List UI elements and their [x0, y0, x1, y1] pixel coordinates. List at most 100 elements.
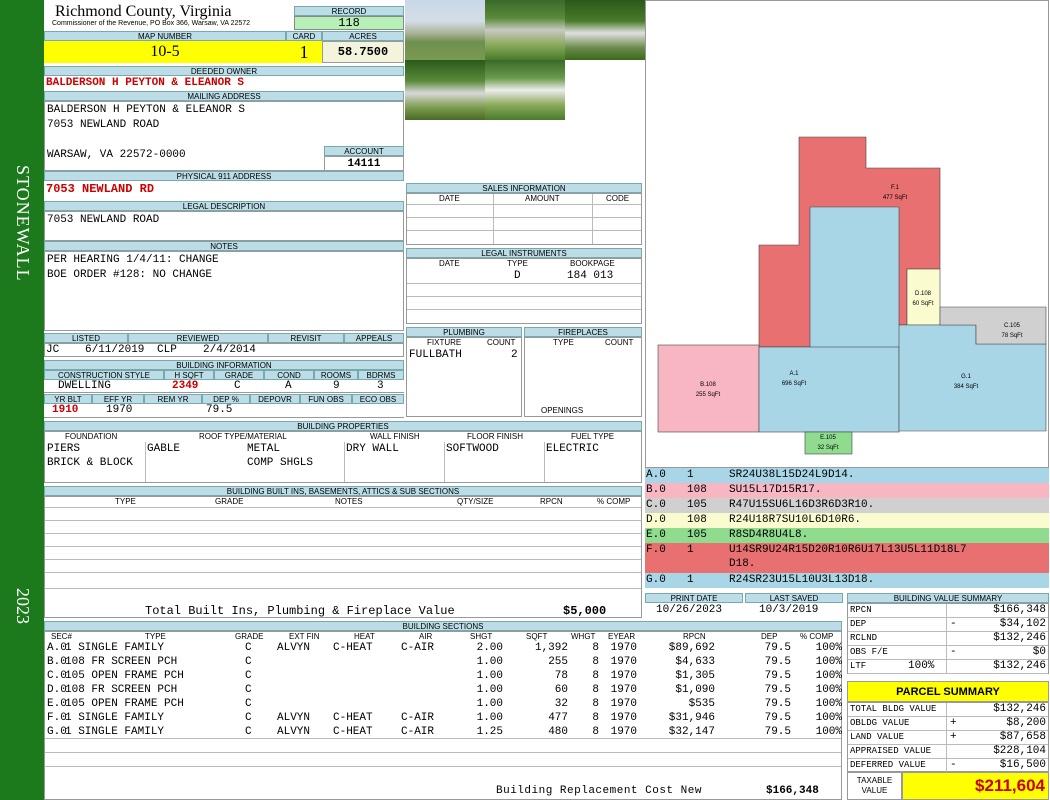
table-row: [45, 752, 841, 753]
table-cell: 1 SINGLE FAMILY: [65, 712, 165, 724]
fireplaces-header-type: TYPE: [553, 338, 574, 347]
summary-row: RCLND $132,246: [848, 632, 1048, 646]
legend-id: C.0: [646, 499, 666, 511]
building-info-label: BUILDING INFORMATION: [44, 360, 404, 370]
roof-material-1: METAL: [247, 443, 281, 455]
sections-header-pcomp: % COMP: [800, 632, 834, 641]
sketch-area-c: 78 SqFt: [1001, 333, 1022, 339]
table-cell: 105 OPEN FRAME PCH: [65, 670, 184, 682]
legend-count: 108: [687, 484, 707, 496]
table-cell: $4,633: [675, 656, 715, 668]
table-cell: C: [245, 670, 252, 682]
col-divider: [592, 194, 593, 244]
summary-key: OBS F/E: [850, 647, 888, 657]
table-cell: 105 OPEN FRAME PCH: [65, 698, 184, 710]
legend-row-b: B.0 108 SU15L17D15R17.: [645, 483, 1049, 498]
table-row: [45, 572, 641, 573]
record-value: 118: [294, 16, 404, 30]
table-cell: $1,305: [675, 670, 715, 682]
mailing-line-1: BALDERSON H PEYTON & ELEANOR S: [47, 104, 246, 116]
account-label: ACCOUNT: [324, 146, 404, 156]
notes-label: NOTES: [44, 241, 404, 251]
legend-code-cont: D18.: [729, 558, 756, 570]
table-cell: 100%: [815, 712, 842, 724]
table-cell: 100%: [815, 670, 842, 682]
summary-row: TOTAL BLDG VALUE $132,246: [848, 703, 1048, 717]
table-row: [45, 588, 641, 589]
foundation-2: BRICK & BLOCK: [47, 457, 133, 469]
legend-code: R47U15SU6L16D3R6D3R10.: [729, 499, 875, 511]
table-cell: 1970: [610, 684, 637, 696]
summary-sign: -: [950, 646, 957, 658]
col-divider: [444, 442, 445, 482]
legend-code: R8SD4R8U4L8.: [729, 529, 809, 541]
table-cell: 79.5: [764, 656, 791, 668]
table-row: [407, 217, 641, 218]
summary-row: DEP - $34,102: [848, 618, 1048, 632]
sketch-area-b: 255 SqFt: [696, 392, 721, 398]
bi-bdrms: 3: [377, 380, 384, 392]
sketch-area-f: 477 SqFt: [883, 195, 908, 201]
summary-row: LAND VALUE + $87,658: [848, 731, 1048, 745]
sales-info-table: DATE AMOUNT CODE: [406, 193, 642, 245]
listed-date: 6/11/2019: [85, 344, 145, 356]
table-cell: D.0: [47, 684, 67, 696]
taxable-label: TAXABLE VALUE: [847, 772, 902, 800]
notes-line-1: PER HEARING 1/4/11: CHANGE: [47, 254, 219, 266]
legal-instruments-table: DATE TYPE BOOKPAGE D 184 013: [406, 258, 642, 324]
district-sidebar: STONEWALL 2023: [0, 0, 44, 800]
legend-id: G.0: [646, 574, 666, 586]
sketch-label-c: C.105: [1004, 323, 1021, 329]
notes-line-2: BOE ORDER #128: NO CHANGE: [47, 269, 213, 281]
map-number-label: MAP NUMBER: [44, 31, 286, 41]
table-cell: 79.5: [764, 642, 791, 654]
card-label: CARD: [286, 31, 322, 41]
record-label: RECORD: [294, 6, 404, 16]
table-cell: B.0: [47, 656, 67, 668]
sections-header-extfin: EXT FIN: [289, 632, 320, 641]
sketch-label-f: F.1: [891, 185, 900, 191]
last-saved-label: LAST SAVED: [745, 593, 843, 603]
sections-header-sqft: SQFT: [526, 632, 548, 641]
legend-count: 105: [687, 499, 707, 511]
sketch-label-e: E.105: [820, 435, 836, 441]
sections-header-eyear: EYEAR: [608, 632, 636, 641]
building-properties-table: FOUNDATION ROOF TYPE/MATERIAL WALL FINIS…: [44, 431, 642, 483]
summary-key: APPRAISED VALUE: [850, 746, 932, 756]
card-value: 1: [286, 41, 322, 63]
sections-header-rpcn: RPCN: [683, 632, 706, 641]
table-row: B.0 108 FR SCREEN PCH C 1.00 255 8 1970 $4,633 7…: [45, 656, 843, 670]
summary-value: $132,246: [993, 632, 1046, 644]
summary-key: TOTAL BLDG VALUE: [850, 704, 937, 714]
table-cell: 32: [554, 698, 568, 710]
brcn-label: Building Replacement Cost New: [496, 785, 702, 797]
summary-value: $132,246: [993, 660, 1046, 672]
col-divider: [544, 442, 545, 482]
legend-id: F.0: [646, 544, 666, 556]
props-header-roof: ROOF TYPE/MATERIAL: [199, 432, 287, 441]
foundation-1: PIERS: [47, 443, 81, 455]
table-cell: C: [245, 698, 252, 710]
sketch-label-d: D.108: [915, 291, 932, 297]
bi-values-row: DWELLING 2349 C A 9 3: [44, 380, 404, 393]
fireplaces-header-count: COUNT: [605, 338, 634, 347]
table-cell: 8: [592, 642, 599, 654]
mailing-address-label: MAILING ADDRESS: [44, 91, 404, 101]
legend-count: 105: [687, 529, 707, 541]
bi-style: DWELLING: [58, 380, 111, 392]
table-cell: 1 SINGLE FAMILY: [65, 642, 165, 654]
revisit-label: REVISIT: [268, 333, 344, 343]
plumbing-label: PLUMBING: [406, 327, 522, 337]
table-cell: 100%: [815, 684, 842, 696]
table-cell: 1.00: [476, 684, 503, 696]
listed-by: JC: [46, 344, 60, 356]
sketch-section-b: [657, 344, 760, 433]
bvs-table: RPCN $166,348 DEP - $34,102 RCLND $132,246 OBS …: [847, 603, 1049, 674]
map-number-value: 10-5: [44, 41, 286, 63]
bi-header-remyr: REM YR: [144, 394, 202, 404]
table-cell: F.0: [47, 712, 67, 724]
bi-header-funobs: FUN OBS: [300, 394, 352, 404]
appeals-label: APPEALS: [344, 333, 404, 343]
col-divider: [946, 745, 947, 759]
sales-header-code: CODE: [606, 194, 630, 203]
